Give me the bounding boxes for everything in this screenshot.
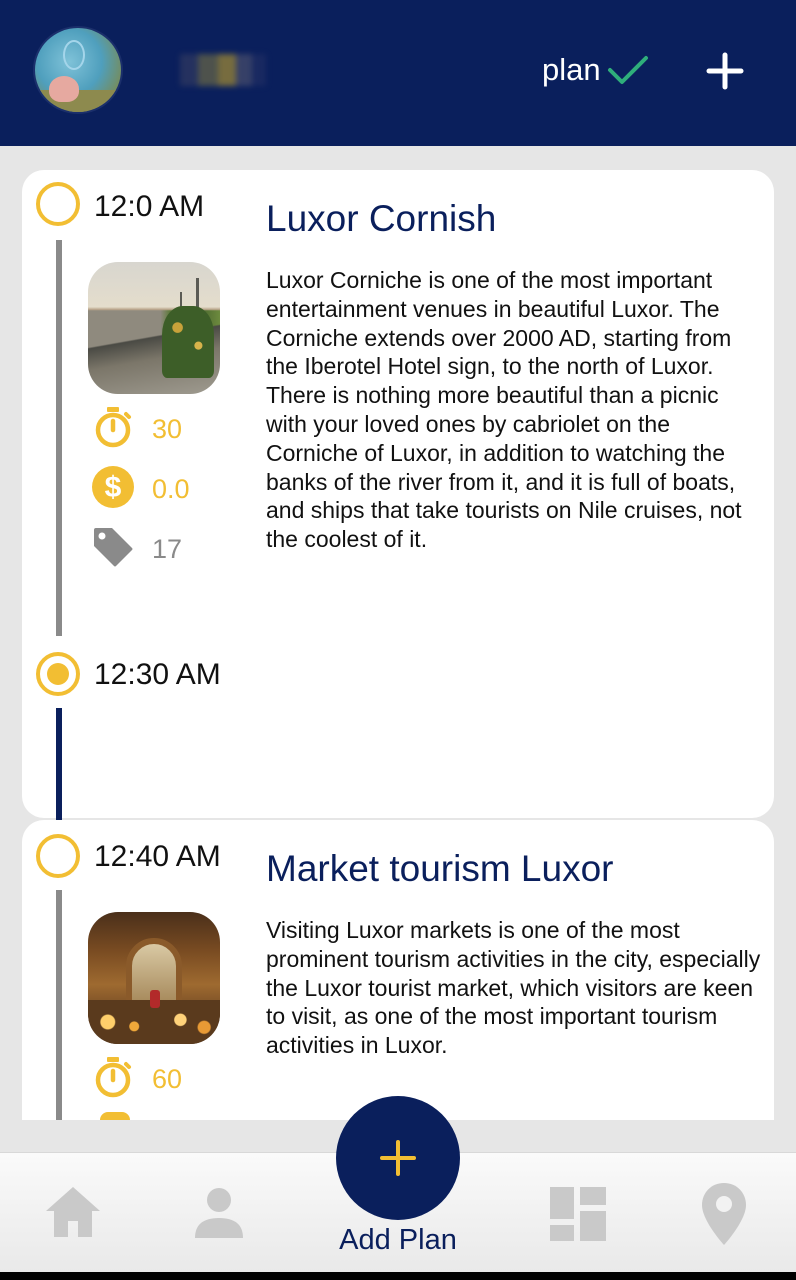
time-label: 12:30 AM [94,658,221,691]
place-description: Visiting Luxor markets is one of the mos… [266,917,761,1059]
duration-value: 30 [152,414,183,444]
time-label: 12:0 AM [94,190,205,223]
cost-value: 0.0 [152,474,190,504]
svg-text:$: $ [105,471,122,504]
profile-icon[interactable] [194,1187,244,1239]
timeline-connector-active [56,708,62,820]
place-title[interactable]: Market tourism Luxor [266,848,614,890]
top-app-bar: plan [0,0,796,146]
time-label: 12:40 AM [94,840,221,873]
avatar[interactable] [33,26,123,114]
home-icon[interactable] [44,1185,102,1239]
stopwatch-icon [95,407,131,448]
add-plan-label[interactable]: Add Plan [316,1224,480,1257]
check-icon[interactable] [606,52,650,88]
place-image[interactable] [88,262,220,394]
timeline-connector [56,890,62,1120]
dollar-icon: $ [92,466,134,508]
place-image[interactable] [88,912,220,1044]
add-plan-button[interactable] [336,1096,460,1220]
place-title[interactable]: Luxor Cornish [266,198,496,240]
location-pin-icon[interactable] [702,1183,746,1245]
plan-label[interactable]: plan [542,52,601,88]
tag-icon [94,528,133,567]
duration-value: 60 [152,1064,183,1094]
timeline-card[interactable]: 12:40 AM 60 Market tourism Luxor Visitin… [22,820,774,1120]
add-icon[interactable] [706,52,744,90]
plus-icon [380,1140,416,1176]
dashboard-icon[interactable] [550,1187,606,1241]
timeline-card[interactable]: 12:0 AM 30 $ 0.0 17 Luxor Cornish Luxor … [22,170,774,820]
dollar-icon [100,1112,130,1120]
timeline-node-icon [36,834,80,878]
place-description: Luxor Corniche is one of the most import… [266,267,742,553]
timeline-connector [56,240,62,636]
stopwatch-icon [95,1057,131,1098]
tag-value: 17 [152,534,183,564]
timeline-node-active-icon [36,652,80,696]
user-name-blurred [180,54,266,86]
system-bar [0,1272,796,1280]
timeline-node-icon [36,182,80,226]
